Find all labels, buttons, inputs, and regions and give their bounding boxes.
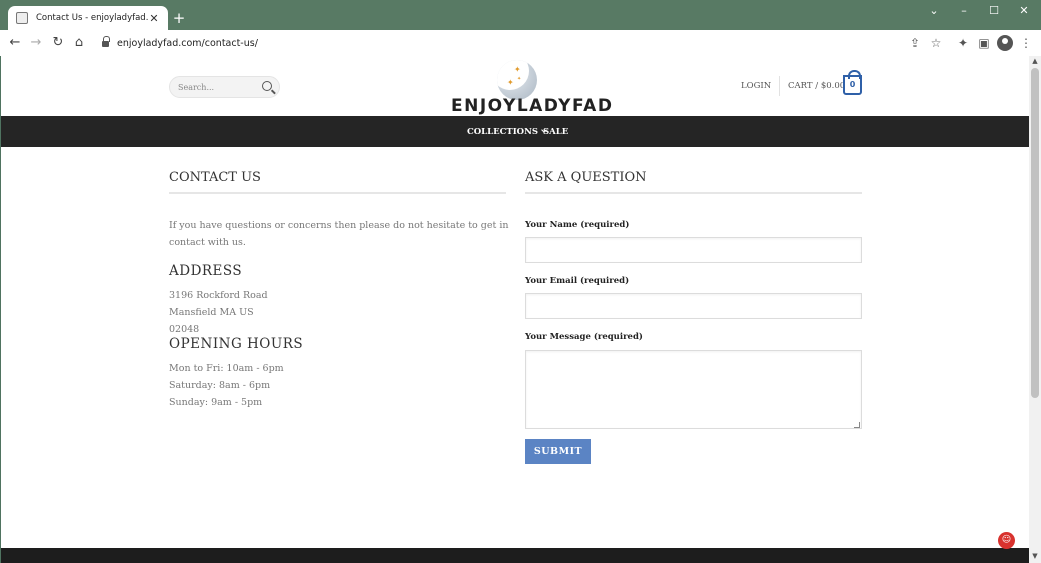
- login-link[interactable]: LOGIN: [741, 81, 771, 91]
- message-field-label: Your Message (required): [525, 332, 643, 342]
- main-nav: COLLECTIONS SALE: [1, 116, 1029, 147]
- address-line: Mansfield MA US: [169, 307, 254, 318]
- star-icon: ✦: [507, 78, 514, 87]
- extensions-icon[interactable]: ✦: [955, 35, 971, 51]
- nav-item-label: COLLECTIONS: [467, 127, 538, 137]
- side-panel-icon[interactable]: ▣: [976, 35, 992, 51]
- star-icon: ✦: [514, 65, 521, 74]
- name-field[interactable]: [525, 237, 862, 263]
- scrollbar-thumb[interactable]: [1031, 68, 1039, 398]
- chat-widget-icon[interactable]: ☺: [998, 532, 1015, 549]
- tab-search-icon[interactable]: ⌄: [926, 3, 942, 19]
- new-tab-button[interactable]: +: [172, 9, 186, 27]
- nav-item-collections[interactable]: COLLECTIONS: [467, 127, 547, 137]
- page-viewport: ✦ ✦ ✦ ENJOYLADYFAD LOGIN CART / $0.00 0 …: [1, 56, 1029, 563]
- header-divider: [779, 76, 780, 96]
- footer-bar: [1, 548, 1029, 563]
- browser-toolbar: ← → ↻ ⌂ enjoyladyfad.com/contact-us/ ⇪ ☆…: [0, 30, 1041, 56]
- reload-icon[interactable]: ↻: [50, 35, 66, 51]
- cart-count-badge: 0: [849, 80, 856, 89]
- email-field-label: Your Email (required): [525, 276, 630, 286]
- contact-intro-line: contact with us.: [169, 237, 246, 248]
- site-logo[interactable]: ✦ ✦ ✦ ENJOYLADYFAD: [451, 60, 614, 116]
- tab-title: Contact Us - enjoyladyfad.com: [36, 13, 148, 23]
- search-box: [169, 76, 280, 98]
- email-field[interactable]: [525, 293, 862, 319]
- submit-button[interactable]: SUBMIT: [525, 439, 591, 464]
- hours-line: Saturday: 8am - 6pm: [169, 380, 271, 391]
- contact-intro-line: If you have questions or concerns then p…: [169, 220, 509, 231]
- star-icon: ✦: [517, 76, 522, 82]
- contact-title: CONTACT US: [169, 170, 261, 185]
- title-divider: [169, 192, 506, 194]
- lock-icon[interactable]: [102, 36, 110, 47]
- address-bar[interactable]: enjoyladyfad.com/contact-us/: [94, 33, 949, 53]
- ask-question-title: ASK A QUESTION: [525, 170, 647, 185]
- profile-avatar-icon[interactable]: [997, 35, 1013, 51]
- opening-hours-heading: OPENING HOURS: [169, 336, 304, 352]
- browser-chrome: Contact Us - enjoyladyfad.com ✕ + ⌄ – ☐ …: [0, 0, 1041, 56]
- message-textarea[interactable]: [525, 350, 862, 429]
- cart-link[interactable]: CART / $0.00: [788, 81, 845, 91]
- forward-icon[interactable]: →: [28, 35, 44, 51]
- search-icon[interactable]: [262, 81, 272, 91]
- cart-bag-icon[interactable]: 0: [843, 70, 862, 95]
- tab-close-icon[interactable]: ✕: [148, 12, 160, 25]
- hours-line: Sunday: 9am - 5pm: [169, 397, 263, 408]
- page-scrollbar[interactable]: ▲ ▼: [1029, 56, 1041, 563]
- scroll-up-icon[interactable]: ▲: [1031, 57, 1039, 65]
- close-window-button[interactable]: ✕: [1016, 3, 1032, 19]
- share-icon[interactable]: ⇪: [907, 35, 923, 51]
- title-divider: [525, 192, 862, 194]
- address-heading: ADDRESS: [169, 263, 243, 279]
- favicon-icon: [16, 12, 28, 24]
- home-icon[interactable]: ⌂: [71, 35, 87, 51]
- browser-menu-icon[interactable]: ⋮: [1018, 35, 1034, 51]
- bookmark-star-icon[interactable]: ☆: [928, 35, 944, 51]
- scroll-down-icon[interactable]: ▼: [1031, 552, 1039, 560]
- back-icon[interactable]: ←: [7, 35, 23, 51]
- name-field-label: Your Name (required): [525, 220, 630, 230]
- hours-line: Mon to Fri: 10am - 6pm: [169, 363, 284, 374]
- resize-handle-icon[interactable]: [854, 422, 860, 428]
- nav-item-sale[interactable]: SALE: [543, 127, 568, 137]
- maximize-button[interactable]: ☐: [986, 3, 1002, 19]
- search-input[interactable]: [178, 80, 258, 94]
- minimize-button[interactable]: –: [956, 3, 972, 19]
- address-line: 3196 Rockford Road: [169, 290, 268, 301]
- url-text[interactable]: enjoyladyfad.com/contact-us/: [117, 38, 258, 49]
- browser-tab-contact-us[interactable]: Contact Us - enjoyladyfad.com ✕: [8, 6, 168, 30]
- logo-text: ENJOYLADYFAD: [451, 96, 614, 116]
